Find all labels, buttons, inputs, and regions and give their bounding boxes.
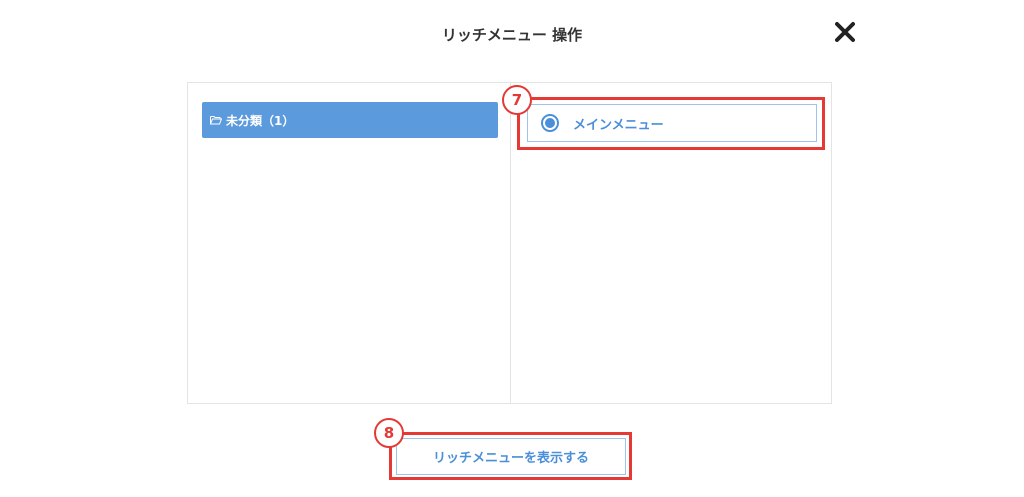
show-rich-menu-button[interactable]: リッチメニューを表示する — [396, 438, 626, 475]
rich-menu-option-main[interactable]: メインメニュー — [527, 104, 817, 142]
radio-selected-icon[interactable] — [541, 114, 559, 132]
column-divider — [510, 83, 511, 403]
folder-open-icon — [210, 115, 222, 125]
step-badge-8: 8 — [374, 418, 404, 448]
rich-menu-panel: 未分類（1） メインメニュー — [187, 82, 832, 404]
folder-item-uncategorized[interactable]: 未分類（1） — [202, 102, 498, 138]
radio-dot — [545, 118, 555, 128]
step-badge-7: 7 — [502, 85, 532, 115]
close-icon — [835, 22, 855, 42]
rich-menu-label: メインメニュー — [573, 117, 664, 133]
close-button[interactable] — [833, 20, 857, 44]
dialog-title: リッチメニュー 操作 — [441, 26, 583, 44]
folder-label: 未分類（1） — [226, 113, 295, 128]
